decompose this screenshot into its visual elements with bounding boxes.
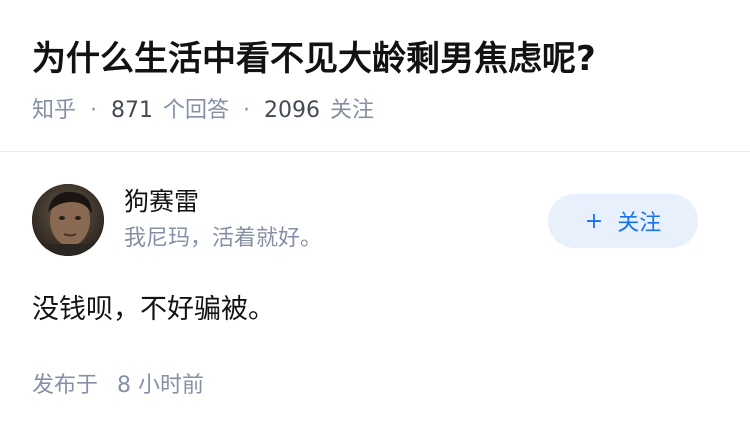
published-time[interactable]: 8 小时前	[117, 373, 204, 398]
answer-footer: 发布于 8 小时前	[32, 371, 204, 401]
avatar-image	[32, 184, 104, 256]
meta-separator: ·	[243, 98, 251, 123]
author-info: 狗赛雷 我尼玛，活着就好。	[124, 184, 322, 254]
avatar[interactable]	[32, 184, 104, 256]
answer-count: 871	[111, 98, 154, 123]
meta-separator: ·	[90, 98, 98, 123]
answer-card: 狗赛雷 我尼玛，活着就好。 + 关注 没钱呗，不好骗被。	[32, 184, 718, 330]
author-name[interactable]: 狗赛雷	[124, 184, 322, 220]
plus-icon: +	[584, 208, 604, 234]
author-row: 狗赛雷 我尼玛，活着就好。 + 关注	[32, 184, 718, 260]
author-bio: 我尼玛，活着就好。	[124, 226, 323, 251]
answer-content[interactable]: 没钱呗，不好骗被。	[32, 290, 718, 330]
follow-button-label: 关注	[617, 211, 662, 236]
answer-count-label[interactable]: 个回答	[163, 96, 229, 126]
question-title[interactable]: 为什么生活中看不见大龄剩男焦虑呢?	[32, 34, 722, 84]
follower-count: 2096	[264, 98, 321, 123]
question-header: 为什么生活中看不见大龄剩男焦虑呢? 知乎 · 871 个回答 · 2096 关注	[32, 34, 722, 126]
follow-button[interactable]: + 关注	[548, 194, 698, 248]
page: 为什么生活中看不见大龄剩男焦虑呢? 知乎 · 871 个回答 · 2096 关注	[0, 0, 750, 438]
follower-count-label: 关注	[330, 98, 375, 123]
source-label[interactable]: 知乎	[32, 96, 76, 126]
published-label: 发布于	[32, 373, 99, 398]
question-meta: 知乎 · 871 个回答 · 2096 关注	[32, 96, 722, 126]
divider	[0, 151, 750, 152]
